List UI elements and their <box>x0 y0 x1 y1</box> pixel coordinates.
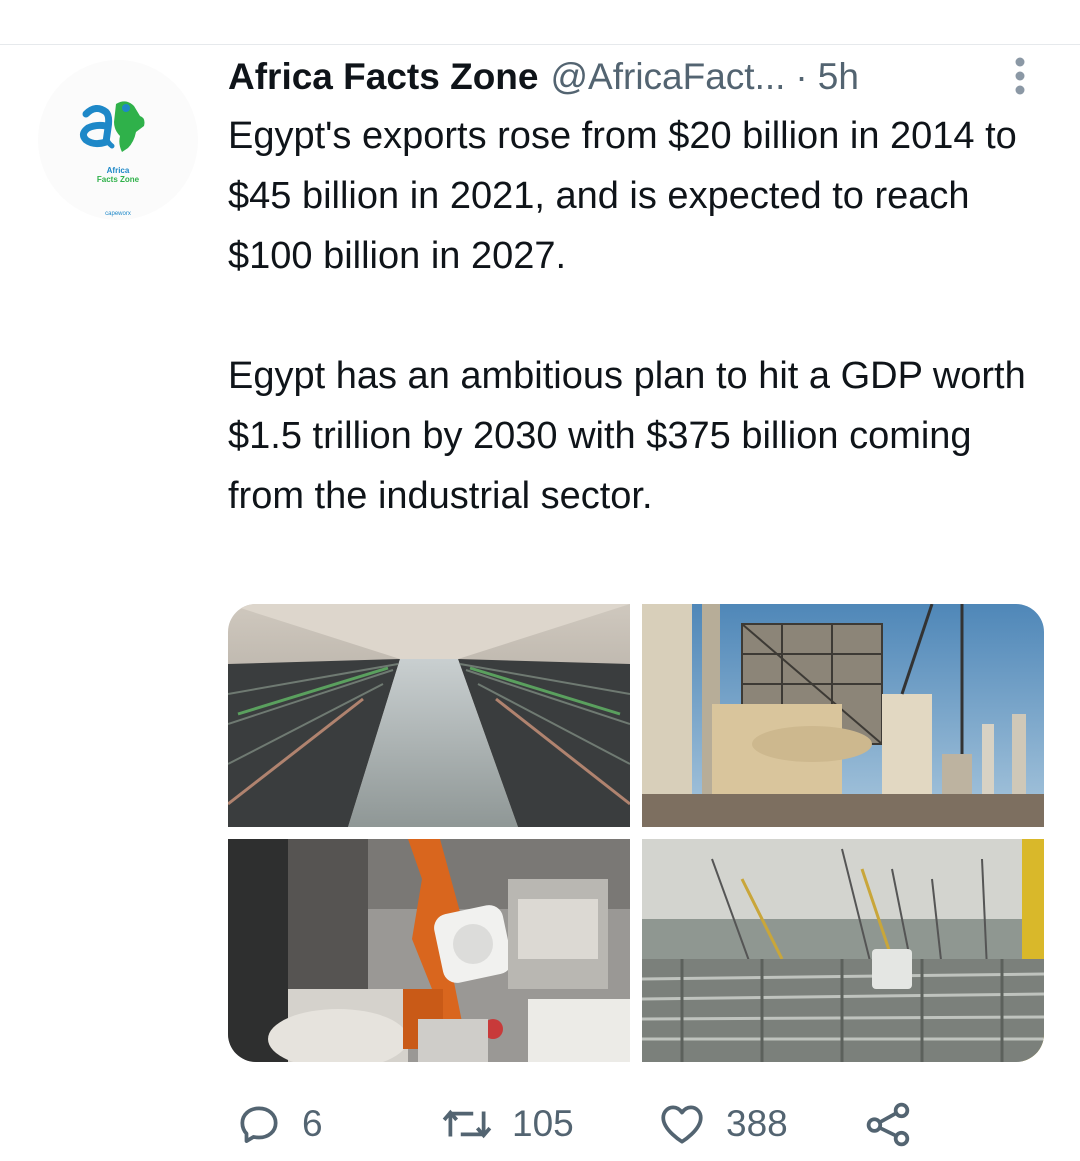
more-options-icon[interactable] <box>1002 54 1038 98</box>
tweet-header: Africa Facts Zone @AfricaFact... · 5h <box>228 52 1028 102</box>
svg-text:Facts Zone: Facts Zone <box>97 175 140 184</box>
media-grid <box>228 604 1044 1062</box>
tweet-body: Egypt's exports rose from $20 billion in… <box>228 106 1048 526</box>
header-separator: · <box>795 56 808 97</box>
reply-button[interactable]: 6 <box>234 1096 323 1152</box>
heart-icon <box>661 1105 703 1144</box>
textile-factory-photo[interactable] <box>228 604 630 827</box>
top-divider <box>0 44 1080 45</box>
retweet-count: 105 <box>512 1103 574 1144</box>
africa-facts-zone-logo: Africa Facts Zone capeworx <box>38 60 198 220</box>
reply-count: 6 <box>302 1103 323 1144</box>
retweet-button[interactable]: 105 <box>440 1096 574 1152</box>
share-button[interactable] <box>864 1096 914 1152</box>
logo-wordmark: Africa <box>107 166 130 175</box>
robotic-arm-photo[interactable] <box>228 839 630 1062</box>
author-display-name[interactable]: Africa Facts Zone <box>228 56 538 98</box>
svg-text:capeworx: capeworx <box>105 211 131 217</box>
reply-icon <box>240 1106 278 1143</box>
retweet-icon <box>442 1109 492 1139</box>
tweet-paragraph-1: Egypt's exports rose from $20 billion in… <box>228 115 1017 277</box>
author-handle[interactable]: @AfricaFact... <box>550 56 785 98</box>
construction-site-photo[interactable] <box>642 839 1044 1062</box>
tweet-actions: 6 105 388 <box>228 1096 948 1152</box>
avatar[interactable]: Africa Facts Zone capeworx <box>38 60 198 220</box>
like-count: 388 <box>726 1103 788 1144</box>
like-button[interactable]: 388 <box>656 1096 788 1152</box>
share-icon <box>866 1102 910 1147</box>
power-plant-photo[interactable] <box>642 604 1044 827</box>
tweet-paragraph-2: Egypt has an ambitious plan to hit a GDP… <box>228 355 1026 517</box>
tweet-timestamp[interactable]: 5h <box>818 56 859 98</box>
